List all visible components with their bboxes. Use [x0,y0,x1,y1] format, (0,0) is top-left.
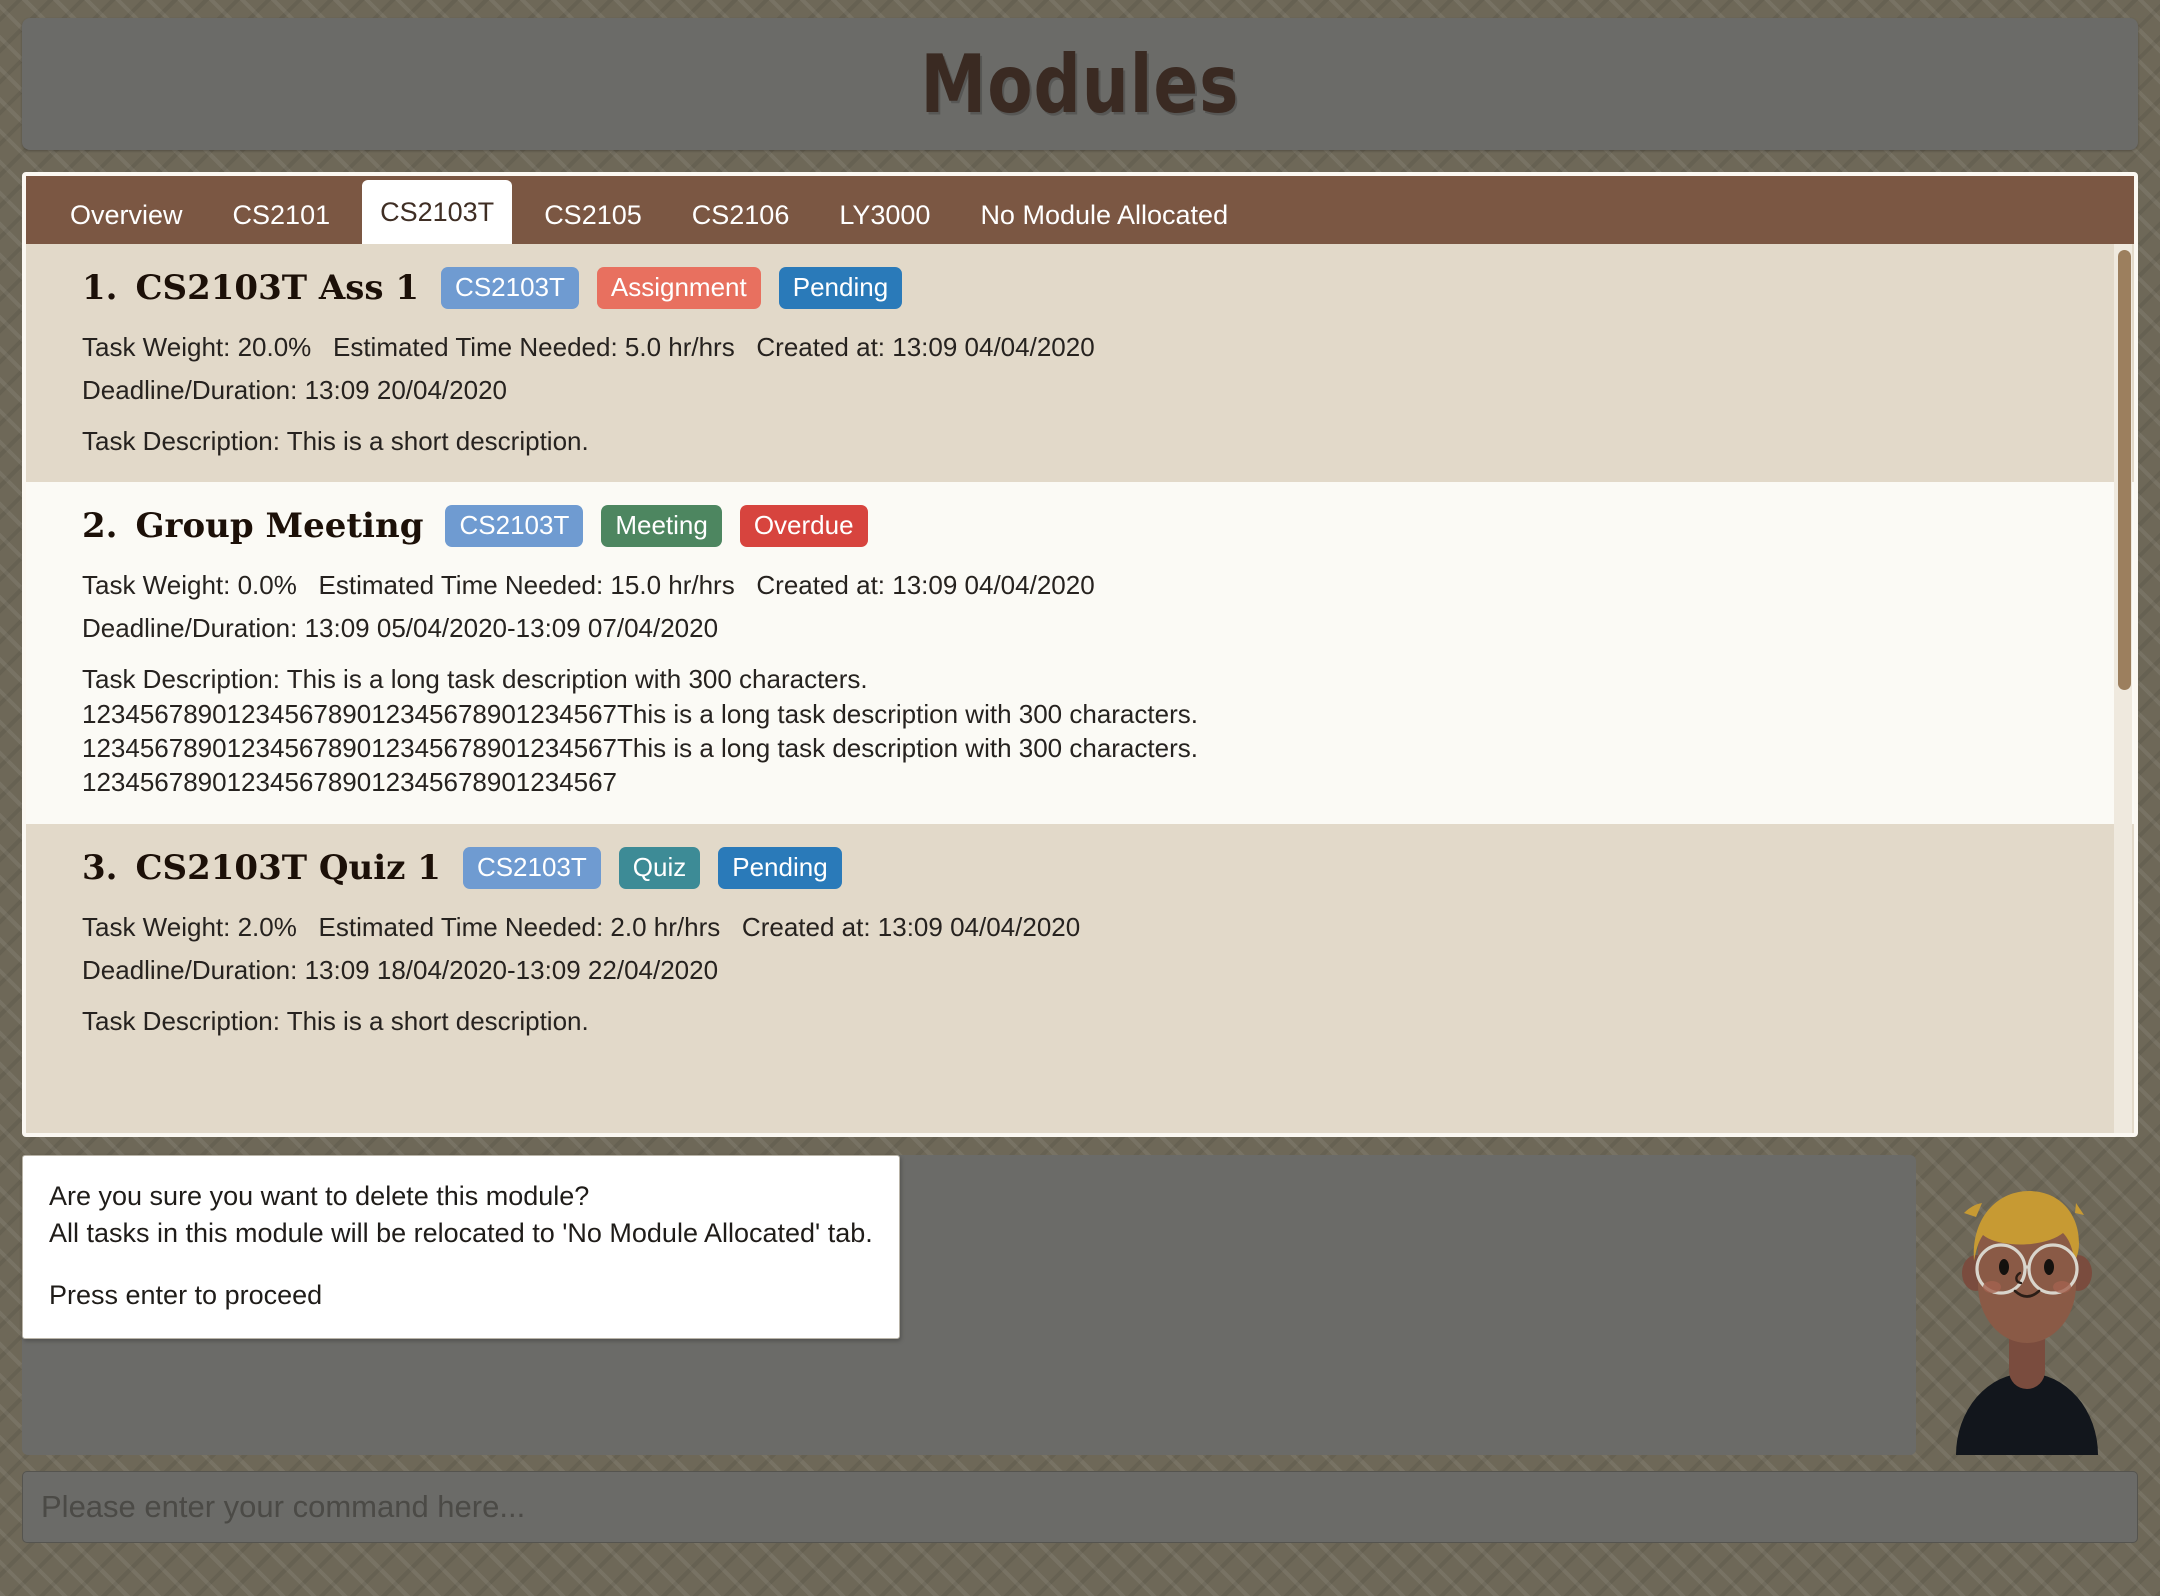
task-title: Group Meeting [135,506,424,547]
avatar [1916,1155,2138,1455]
result-display: Are you sure you want to delete this mod… [22,1155,1916,1455]
modules-panel: Overview CS2101 CS2103T CS2105 CS2106 LY3000 N… [22,172,2138,1137]
badge-quiz: Quiz [618,846,701,889]
page-title: Modules [920,37,1240,131]
avatar-cheek-right [2053,1281,2071,1293]
bottom-row: Are you sure you want to delete this mod… [22,1155,2138,1455]
task-header: 2. Group Meeting CS2103T Meeting Overdue [82,500,2100,552]
task-row: 3. CS2103T Quiz 1 CS2103T Quiz Pending Task W… [26,823,2134,1062]
task-deadline: Deadline/Duration: 13:09 18/04/2020-13:0… [82,954,719,985]
badge-assignment: Assignment [596,267,761,309]
task-list: 1. CS2103T Ass 1 CS2103T Assignment Pending T… [26,244,2134,1133]
dialog-line-2: All tasks in this module will be relocat… [49,1217,873,1248]
task-description: Task Description: This is a short descri… [82,1005,589,1036]
task-title: CS2103T Quiz 1 [135,847,441,888]
task-deadline: Deadline/Duration: 13:09 05/04/2020-13:0… [82,613,719,644]
avatar-illustration [1956,1191,2098,1455]
task-row: 1. CS2103T Ass 1 CS2103T Assignment Pending T… [26,244,2134,483]
avatar-hair-tuft-right [2075,1203,2084,1215]
badge-module: CS2103T [462,846,601,889]
badge-meeting: Meeting [601,505,722,548]
task-stats: Task Weight: 0.0% Estimated Time Needed:… [82,570,1095,601]
tab-cs2106[interactable]: CS2106 [674,186,808,244]
avatar-eye-left [1999,1259,2009,1275]
task-index: 3. [82,847,118,888]
app-root: Modules Overview CS2101 CS2103T CS2105 CS210… [0,0,2160,1596]
dialog-line-1: Are you sure you want to delete this mod… [49,1181,590,1211]
dialog-line-3: Press enter to proceed [49,1280,323,1311]
tab-bar: Overview CS2101 CS2103T CS2105 CS2106 LY3000 N… [26,176,2134,248]
tab-cs2105[interactable]: CS2105 [526,186,660,244]
badge-overdue: Overdue [739,505,868,548]
task-deadline: Deadline/Duration: 13:09 20/04/2020 [82,375,507,405]
task-index: 2. [82,506,118,547]
badge-module: CS2103T [441,267,579,309]
scrollbar-thumb[interactable] [2118,250,2131,690]
avatar-eye-right [2044,1259,2054,1275]
tab-no-module-allocated[interactable]: No Module Allocated [962,186,1246,244]
avatar-cheek-left [1983,1281,2001,1293]
task-stats: Task Weight: 2.0% Estimated Time Needed:… [82,911,1081,942]
task-row: 2. Group Meeting CS2103T Meeting Overdue Task… [26,482,2134,824]
badge-pending: Pending [718,846,842,889]
command-input[interactable] [22,1471,2138,1543]
command-bar [22,1471,2138,1543]
tab-ly3000[interactable]: LY3000 [821,186,948,244]
task-description: Task Description: This is a long task de… [82,664,1198,798]
task-description: Task Description: This is a short descri… [82,426,589,456]
task-stats: Task Weight: 20.0% Estimated Time Needed… [82,332,1095,362]
avatar-hair-tuft-left [1964,1203,1982,1217]
task-index: 1. [82,268,118,308]
confirm-delete-dialog: Are you sure you want to delete this mod… [22,1155,900,1340]
badge-module: CS2103T [445,505,584,548]
tab-cs2101[interactable]: CS2101 [215,186,349,244]
dialog-spacer [49,1251,873,1277]
task-title: CS2103T Ass 1 [135,268,420,308]
task-header: 1. CS2103T Ass 1 CS2103T Assignment Pending [82,262,2100,314]
title-banner: Modules [22,18,2138,150]
tab-overview[interactable]: Overview [52,186,201,244]
tab-cs2103t[interactable]: CS2103T [362,180,513,248]
task-header: 3. CS2103T Quiz 1 CS2103T Quiz Pending [82,842,2100,894]
badge-pending: Pending [778,267,903,309]
